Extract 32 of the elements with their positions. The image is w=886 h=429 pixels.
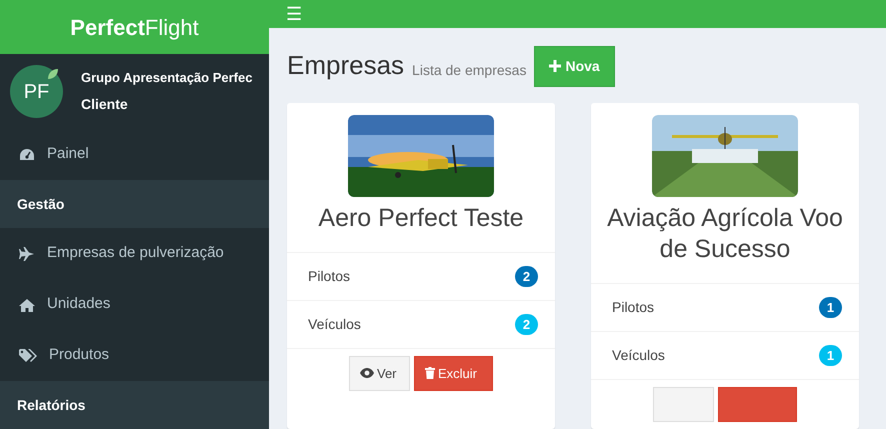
tags-icon [19,348,37,362]
home-icon [19,298,35,312]
page-title: Empresas [287,50,404,82]
dashboard-icon [19,148,35,162]
delete-button[interactable]: Excluir [414,356,493,391]
page-subtitle: Lista de empresas [412,60,526,80]
stat-label: Pilotos [308,266,350,286]
trash-icon [425,367,435,380]
section-header: Relatórios [0,381,269,429]
avatar: PF [10,65,63,118]
plus-icon [549,60,562,72]
sidebar-item[interactable]: Painel [0,129,269,180]
stat-label: Veículos [308,314,361,334]
count-badge: 1 [819,297,842,318]
sidebar-item[interactable]: Produtos [0,330,269,381]
sidebar-item[interactable]: Unidades [0,279,269,330]
section-header: Gestão [0,180,269,228]
delete-button[interactable] [718,387,797,422]
count-badge: 2 [515,266,538,287]
count-badge: 2 [515,314,538,335]
view-button[interactable]: Ver [349,356,410,391]
plane-icon [19,246,35,260]
count-badge: 1 [819,345,842,366]
company-name: Aviação Agrícola Voo de Sucesso [606,202,844,265]
user-name: Grupo Apresentação Perfec [81,69,252,88]
eye-icon [360,368,374,378]
company-name: Aero Perfect Teste [317,202,525,234]
sidebar-item[interactable]: Empresas de pulverização [0,228,269,279]
user-role: Cliente [81,94,129,114]
view-button[interactable] [653,387,714,422]
stat-label: Veículos [612,346,665,365]
stat-label: Pilotos [612,298,654,317]
